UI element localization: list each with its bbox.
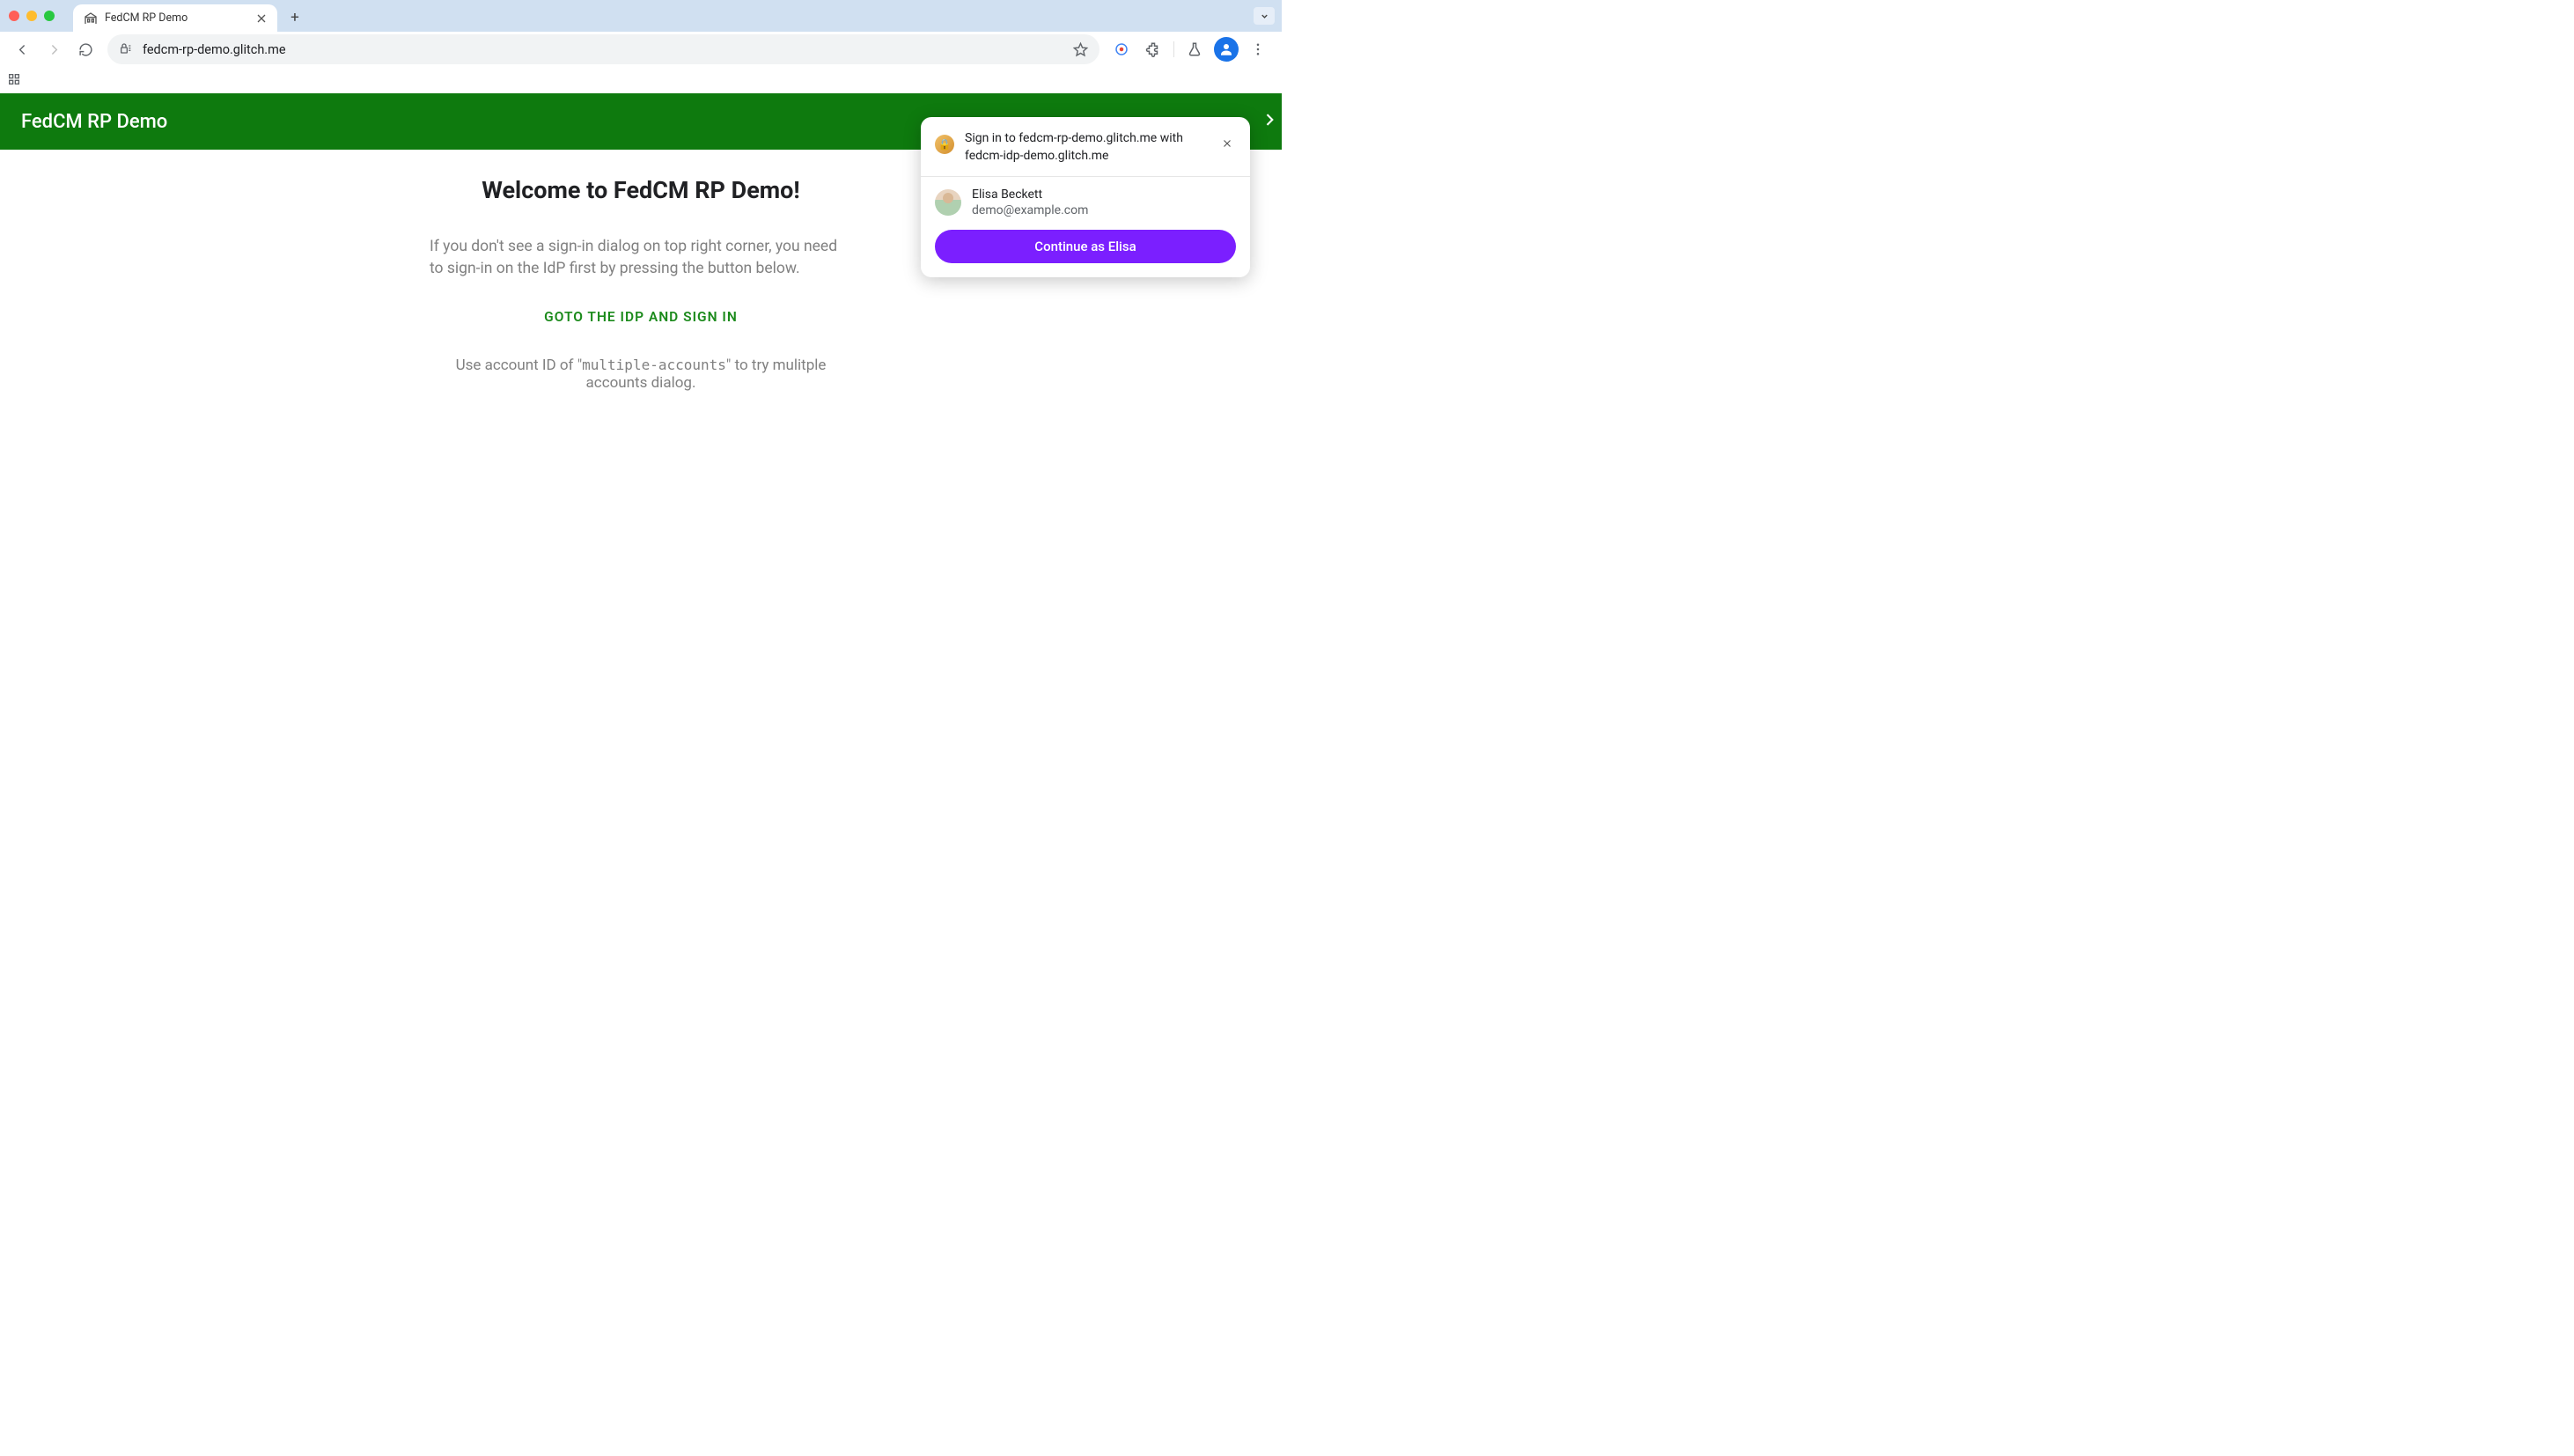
extensions-icon[interactable] (1140, 36, 1166, 63)
note-code: multiple-accounts (582, 357, 726, 373)
tabs-dropdown-button[interactable] (1254, 7, 1275, 25)
tab-favicon-icon (84, 11, 98, 26)
description-text: If you don't see a sign-in dialog on top… (430, 236, 852, 279)
fedcm-dialog: 🔒 Sign in to fedcm-rp-demo.glitch.me wit… (921, 117, 1250, 277)
avatar (935, 189, 961, 216)
dialog-header: 🔒 Sign in to fedcm-rp-demo.glitch.me wit… (921, 117, 1250, 177)
account-email: demo@example.com (972, 203, 1236, 217)
apps-grid-icon[interactable] (7, 72, 23, 88)
main-content: Welcome to FedCM RP Demo! If you don't s… (421, 176, 861, 392)
window-controls (9, 11, 55, 21)
address-bar[interactable]: fedcm-rp-demo.glitch.me (107, 34, 1099, 64)
note-prefix: Use account ID of " (456, 357, 583, 374)
note-text: Use account ID of "multiple-accounts" to… (430, 357, 852, 392)
account-info: Elisa Beckett demo@example.com (972, 188, 1236, 217)
dialog-title: Sign in to fedcm-rp-demo.glitch.me with … (965, 129, 1208, 165)
bookmark-star-button[interactable] (1072, 41, 1089, 58)
tab-title: FedCM RP Demo (105, 11, 247, 25)
address-text: fedcm-rp-demo.glitch.me (143, 42, 1063, 57)
forward-button[interactable] (39, 34, 69, 64)
toolbar-right (1108, 36, 1275, 63)
window-minimize-button[interactable] (26, 11, 37, 21)
browser-tab-bar: FedCM RP Demo + (0, 0, 1282, 32)
toolbar-separator (1173, 41, 1174, 57)
account-item[interactable]: Elisa Beckett demo@example.com (921, 177, 1250, 226)
window-close-button[interactable] (9, 11, 19, 21)
browser-tab[interactable]: FedCM RP Demo (73, 4, 277, 32)
new-tab-button[interactable]: + (283, 5, 307, 30)
idp-icon: 🔒 (935, 135, 954, 154)
window-maximize-button[interactable] (44, 11, 55, 21)
labs-icon[interactable] (1181, 36, 1208, 63)
back-button[interactable] (7, 34, 37, 64)
reload-button[interactable] (70, 34, 100, 64)
lens-icon[interactable] (1108, 36, 1135, 63)
browser-toolbar: fedcm-rp-demo.glitch.me (0, 32, 1282, 67)
header-chevron-right-icon[interactable] (1261, 111, 1278, 132)
welcome-heading: Welcome to FedCM RP Demo! (430, 176, 852, 204)
kebab-menu-button[interactable] (1245, 36, 1271, 63)
continue-button[interactable]: Continue as Elisa (935, 230, 1236, 263)
site-info-icon[interactable] (118, 41, 134, 57)
tab-close-button[interactable] (254, 11, 268, 26)
dialog-close-button[interactable] (1218, 135, 1236, 152)
profile-button[interactable] (1213, 36, 1239, 63)
app-title: FedCM RP Demo (21, 111, 167, 133)
bookmarks-bar (0, 67, 1282, 93)
goto-idp-button[interactable]: GOTO THE IDP AND SIGN IN (430, 309, 852, 325)
account-name: Elisa Beckett (972, 188, 1236, 202)
